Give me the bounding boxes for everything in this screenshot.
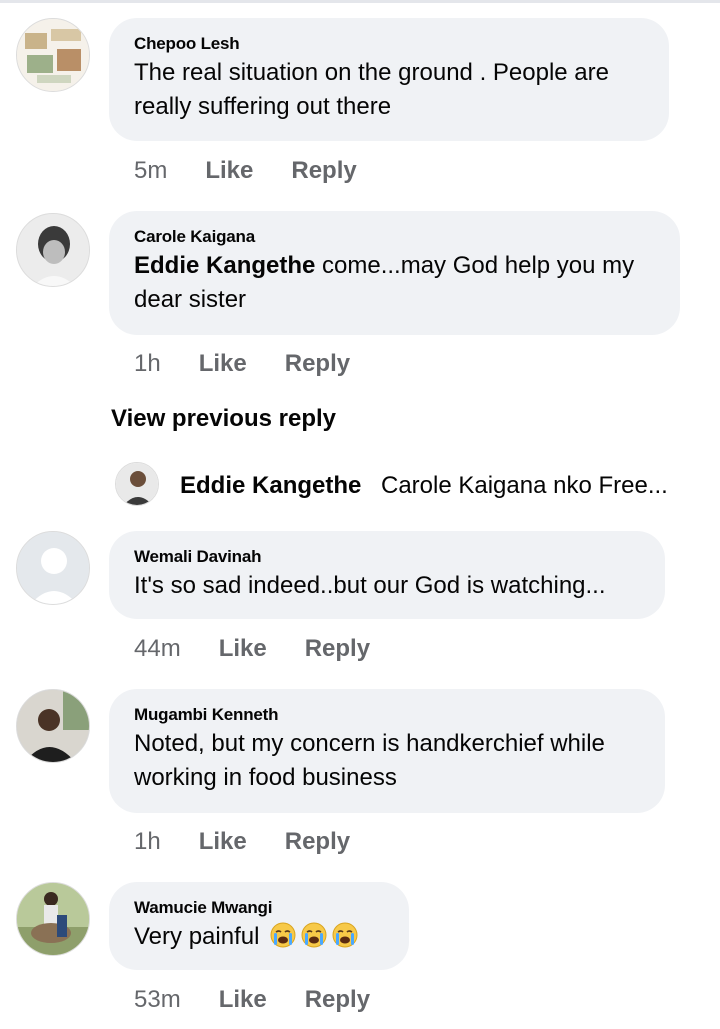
comment-text-body: Very painful: [134, 923, 267, 950]
reply-button[interactable]: Reply: [285, 350, 350, 377]
comment-text: The real situation on the ground . Peopl…: [134, 59, 609, 120]
reply-button[interactable]: Reply: [285, 828, 350, 855]
like-button[interactable]: Like: [199, 828, 247, 855]
comment-text: Very painful: [134, 920, 383, 954]
reply-button[interactable]: Reply: [305, 635, 370, 662]
crying-face-icon: [301, 922, 327, 948]
crying-face-icon: [270, 922, 296, 948]
comment-timestamp[interactable]: 1h: [134, 828, 161, 855]
comment-author[interactable]: Carole Kaigana: [134, 227, 654, 247]
reply-preview[interactable]: Eddie Kangethe Carole Kaigana nko Free..…: [115, 460, 715, 506]
comment-text: It's so sad indeed..but our God is watch…: [134, 572, 606, 599]
comment-bubble: Chepoo Lesh The real situation on the gr…: [109, 18, 669, 141]
reply-button[interactable]: Reply: [305, 986, 370, 1013]
comment-actions: 1h Like Reply: [134, 349, 350, 379]
avatar[interactable]: [115, 462, 159, 506]
like-button[interactable]: Like: [199, 350, 247, 377]
reply-button[interactable]: Reply: [291, 157, 356, 184]
mention-link[interactable]: Eddie Kangethe: [134, 252, 315, 279]
comment-bubble: Wemali Davinah It's so sad indeed..but o…: [109, 531, 665, 619]
avatar[interactable]: [16, 882, 90, 956]
comment-timestamp[interactable]: 1h: [134, 350, 161, 377]
comment-text: Noted, but my concern is handkerchief wh…: [134, 730, 605, 791]
avatar[interactable]: [16, 689, 90, 763]
avatar[interactable]: [16, 531, 90, 605]
like-button[interactable]: Like: [219, 635, 267, 662]
comment-bubble: Mugambi Kenneth Noted, but my concern is…: [109, 689, 665, 813]
comment-timestamp[interactable]: 5m: [134, 157, 167, 184]
comment-author[interactable]: Chepoo Lesh: [134, 34, 643, 54]
avatar[interactable]: [16, 18, 90, 92]
comment-bubble: Wamucie Mwangi Very painful: [109, 882, 409, 970]
comment-author[interactable]: Wemali Davinah: [134, 547, 639, 567]
comment-author[interactable]: Mugambi Kenneth: [134, 705, 639, 725]
reply-author[interactable]: Eddie Kangethe: [180, 472, 361, 500]
comment-actions: 1h Like Reply: [134, 827, 350, 857]
view-previous-reply-link[interactable]: View previous reply: [111, 405, 336, 433]
avatar[interactable]: [16, 213, 90, 287]
top-divider: [0, 0, 720, 3]
crying-face-icon: [332, 922, 358, 948]
comment-actions: 5m Like Reply: [134, 156, 357, 186]
comment-text: Eddie Kangethe come...may God help you m…: [134, 249, 654, 317]
reply-text: Carole Kaigana nko Free...: [381, 472, 668, 499]
comment-timestamp[interactable]: 44m: [134, 635, 181, 662]
comment-timestamp[interactable]: 53m: [134, 986, 181, 1013]
comment-actions: 53m Like Reply: [134, 985, 370, 1015]
comment-actions: 44m Like Reply: [134, 634, 370, 664]
comment-author[interactable]: Wamucie Mwangi: [134, 898, 383, 918]
like-button[interactable]: Like: [205, 157, 253, 184]
comment-bubble: Carole Kaigana Eddie Kangethe come...may…: [109, 211, 680, 335]
like-button[interactable]: Like: [219, 986, 267, 1013]
